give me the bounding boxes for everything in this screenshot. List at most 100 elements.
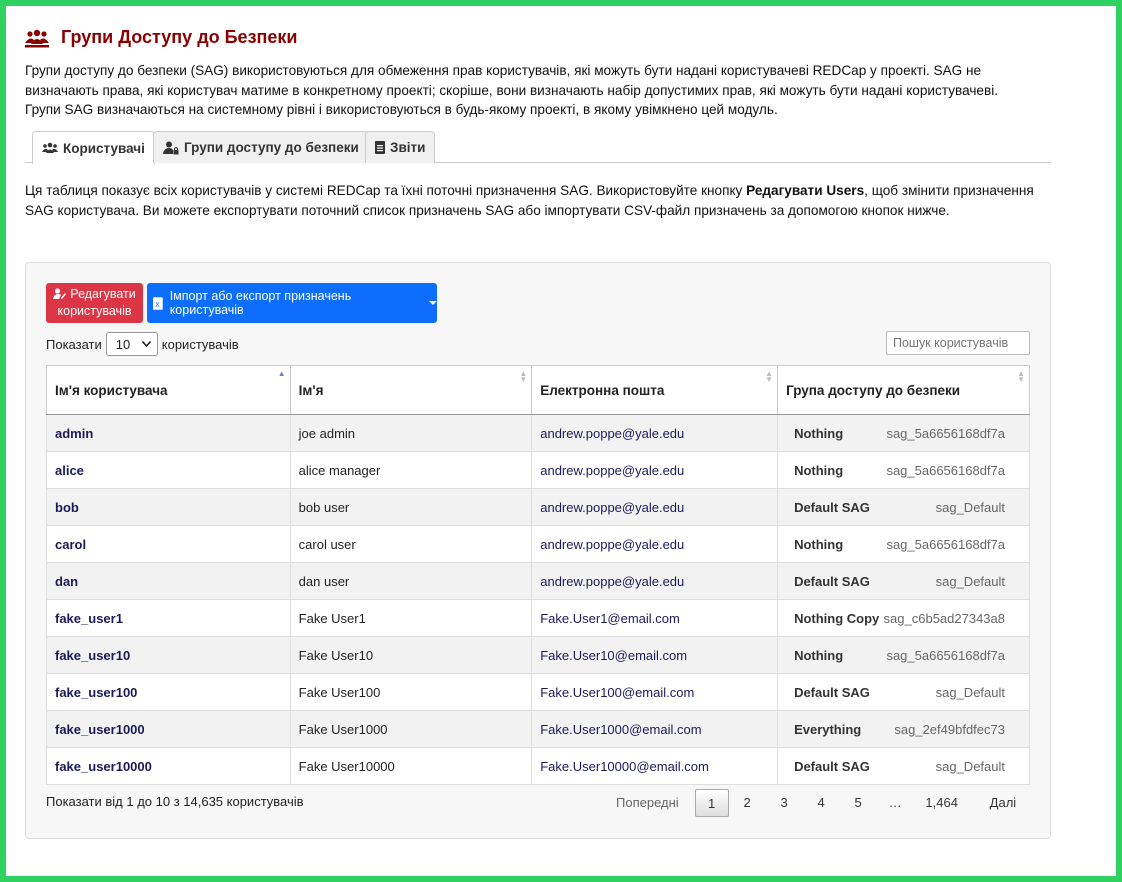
name-cell: Fake User10000 <box>289 747 533 785</box>
column-header-email[interactable]: Електронна пошта ▲ ▼ <box>531 365 779 415</box>
name-cell: joe admin <box>289 414 533 452</box>
sag-id: sag_5a6656168df7a <box>886 536 1005 552</box>
name-cell: bob user <box>289 488 533 526</box>
sag-cell: Default SAG sag_Default <box>777 488 1030 526</box>
sag-assignment: Default SAG sag_Default <box>786 685 1021 700</box>
sag-id: sag_Default <box>935 573 1005 589</box>
sag-name: Default SAG <box>794 684 870 700</box>
edit-users-label-1: Редагувати <box>70 287 136 301</box>
tab-security-groups[interactable]: Групи доступу до безпеки <box>153 131 369 163</box>
page-header: Групи Доступу до Безпеки <box>25 27 297 48</box>
edit-users-button[interactable]: Редагувати користувачів <box>46 283 143 323</box>
column-header-label: Електронна пошта <box>540 382 665 398</box>
sag-assignment: Nothing Copy sag_c6b5ad27343a8 <box>786 611 1021 626</box>
name-cell: Fake User10 <box>289 636 533 674</box>
username-cell[interactable]: bob <box>46 488 291 526</box>
pagination-page[interactable]: 1,464 <box>914 789 970 817</box>
column-header-username[interactable]: Ім'я користувача ▲ <box>46 365 291 415</box>
table-row: carol carol user andrew.poppe@yale.edu Noth… <box>46 525 1030 563</box>
sag-cell: Nothing sag_5a6656168df7a <box>777 636 1030 674</box>
pagination-page[interactable]: 4 <box>803 789 840 817</box>
pagination-page[interactable]: 1 <box>694 789 729 817</box>
pagination: Попередні 1 2 3 4 5 … 1,464 Далі <box>606 789 1026 817</box>
email-cell: Fake.User1@email.com <box>531 599 779 637</box>
sag-assignment: Default SAG sag_Default <box>786 574 1021 589</box>
email-cell: Fake.User100@email.com <box>531 673 779 711</box>
table-info: Показати від 1 до 10 з 14,635 користувач… <box>46 794 304 809</box>
table-row: fake_user1000 Fake User1000 Fake.User1000@… <box>46 710 1030 748</box>
username-cell[interactable]: fake_user1000 <box>46 710 291 748</box>
sag-cell: Default SAG sag_Default <box>777 673 1030 711</box>
column-header-sag[interactable]: Група доступу до безпеки ▲ ▼ <box>777 365 1030 415</box>
show-label: Показати <box>46 336 102 352</box>
name-cell: Fake User1000 <box>289 710 533 748</box>
sag-name: Nothing Copy <box>794 610 880 626</box>
chevron-down-icon <box>141 341 151 347</box>
table-row: fake_user100 Fake User100 Fake.User100@ema… <box>46 673 1030 711</box>
sag-assignment: Nothing sag_5a6656168df7a <box>786 426 1021 441</box>
username-cell[interactable]: carol <box>46 525 291 563</box>
email-cell: Fake.User10000@email.com <box>531 747 779 785</box>
table-body: admin joe admin andrew.poppe@yale.edu Nothi… <box>46 414 1030 785</box>
sag-name: Nothing <box>794 647 844 663</box>
sag-id: sag_c6b5ad27343a8 <box>883 610 1005 626</box>
sort-icon: ▲ ▼ <box>519 369 528 384</box>
sag-cell: Nothing sag_5a6656168df7a <box>777 414 1030 452</box>
table-description: Ця таблиця показує всіх користувачів у с… <box>25 181 1035 221</box>
sag-id: sag_2ef49bfdfec73 <box>894 721 1005 737</box>
show-suffix: користувачів <box>161 336 239 352</box>
users-panel: Редагувати користувачів X Імпорт або екс… <box>25 262 1051 839</box>
pagination-previous[interactable]: Попередні <box>606 789 689 817</box>
pagination-page[interactable]: 3 <box>766 789 803 817</box>
username-cell[interactable]: admin <box>46 414 291 452</box>
sag-assignment: Nothing sag_5a6656168df7a <box>786 648 1021 663</box>
table-row: fake_user1 Fake User1 Fake.User1@email.com… <box>46 599 1030 637</box>
description-bold: Редагувати Users <box>746 183 865 198</box>
username-cell[interactable]: fake_user100 <box>46 673 291 711</box>
sag-id: sag_5a6656168df7a <box>886 647 1005 663</box>
email-cell: andrew.poppe@yale.edu <box>531 525 779 563</box>
name-cell: dan user <box>289 562 533 600</box>
page-length-value: 10 <box>115 336 131 352</box>
username-cell[interactable]: fake_user10 <box>46 636 291 674</box>
sag-cell: Nothing Copy sag_c6b5ad27343a8 <box>777 599 1030 637</box>
email-cell: andrew.poppe@yale.edu <box>531 451 779 489</box>
sag-id: sag_5a6656168df7a <box>886 462 1005 478</box>
pagination-page[interactable]: 5 <box>840 789 877 817</box>
svg-text:X: X <box>155 300 160 308</box>
user-lock-icon <box>163 141 179 154</box>
table-row: admin joe admin andrew.poppe@yale.edu Nothi… <box>46 414 1030 452</box>
sag-assignment: Everything sag_2ef49bfdfec73 <box>786 722 1021 737</box>
user-edit-icon <box>53 287 67 303</box>
import-export-button[interactable]: X Імпорт або експорт призначень користув… <box>147 283 437 323</box>
tab-users[interactable]: Користувачі <box>32 131 155 164</box>
tab-users-label: Користувачі <box>63 140 145 156</box>
column-header-label: Ім'я <box>298 382 324 398</box>
document-icon <box>375 141 385 154</box>
sag-assignment: Default SAG sag_Default <box>786 759 1021 774</box>
sag-id: sag_5a6656168df7a <box>886 425 1005 441</box>
email-cell: Fake.User1000@email.com <box>531 710 779 748</box>
description-text-1: Ця таблиця показує всіх користувачів у с… <box>25 183 747 198</box>
pagination-next[interactable]: Далі <box>980 789 1027 817</box>
username-cell[interactable]: fake_user1 <box>46 599 291 637</box>
users-table: Ім'я користувача ▲ Ім'я ▲ ▼ Електронна пошт… <box>46 365 1030 785</box>
tab-reports[interactable]: Звіти <box>365 131 436 163</box>
sag-name: Nothing <box>794 536 844 552</box>
username-cell[interactable]: dan <box>46 562 291 600</box>
username-cell[interactable]: alice <box>46 451 291 489</box>
sag-name: Default SAG <box>794 573 870 589</box>
table-row: bob bob user andrew.poppe@yale.edu Default … <box>46 488 1030 526</box>
search-input[interactable] <box>886 331 1030 355</box>
sag-id: sag_Default <box>935 684 1005 700</box>
column-header-name[interactable]: Ім'я ▲ ▼ <box>289 365 533 415</box>
chevron-down-icon <box>429 301 437 305</box>
email-cell: Fake.User10@email.com <box>531 636 779 674</box>
pagination-page[interactable]: 2 <box>729 789 766 817</box>
table-row: dan dan user andrew.poppe@yale.edu Default … <box>46 562 1030 600</box>
page-length-select[interactable]: 10 <box>105 332 158 356</box>
sag-cell: Everything sag_2ef49bfdfec73 <box>777 710 1030 748</box>
sag-assignment: Nothing sag_5a6656168df7a <box>786 463 1021 478</box>
username-cell[interactable]: fake_user10000 <box>46 747 291 785</box>
sag-assignment: Default SAG sag_Default <box>786 500 1021 515</box>
